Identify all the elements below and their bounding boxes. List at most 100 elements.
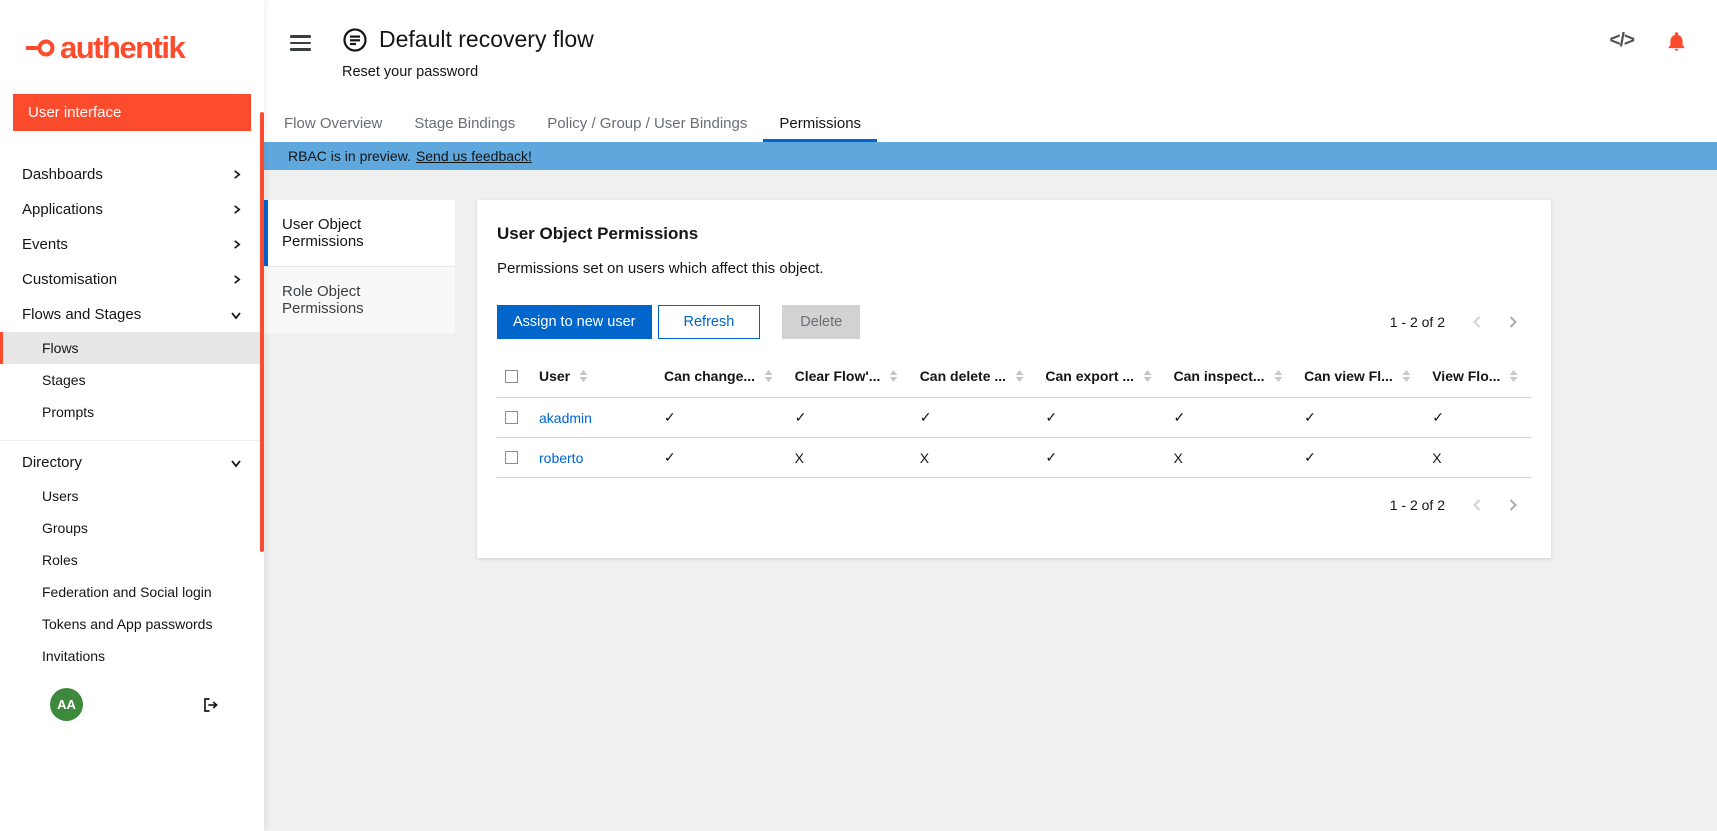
logout-icon xyxy=(201,696,221,714)
feedback-link[interactable]: Send us feedback! xyxy=(416,148,532,164)
sidebar-item-invitations[interactable]: Invitations xyxy=(0,640,264,672)
sort-icon[interactable] xyxy=(889,370,898,382)
column-header-user[interactable]: User xyxy=(531,355,656,398)
sidebar-item-roles[interactable]: Roles xyxy=(0,544,264,576)
sort-icon[interactable] xyxy=(579,370,588,382)
permission-cell: ✓ xyxy=(1037,438,1165,478)
sidebar-item-customisation[interactable]: Customisation xyxy=(0,262,264,297)
pagination-next-button[interactable] xyxy=(1495,311,1531,333)
card-title: User Object Permissions xyxy=(497,224,1531,244)
sidebar-item-user-interface[interactable]: User interface xyxy=(13,94,251,131)
flow-tabs: Flow Overview Stage Bindings Policy / Gr… xyxy=(264,104,1717,142)
sidebar-nav: Dashboards Applications Events Customisa… xyxy=(0,147,264,672)
app-root: authentik User interface Dashboards Appl… xyxy=(0,0,1717,831)
page-title: Default recovery flow xyxy=(379,26,594,53)
sidebar-item-prompts[interactable]: Prompts xyxy=(0,396,264,428)
sort-icon[interactable] xyxy=(1402,370,1411,382)
row-checkbox[interactable] xyxy=(505,451,518,464)
chevron-down-icon xyxy=(230,309,242,321)
chevron-right-icon xyxy=(231,204,242,215)
chevron-right-icon xyxy=(1507,315,1519,329)
sidebar-scrollbar[interactable] xyxy=(260,112,264,552)
sidebar-item-tokens-app-passwords[interactable]: Tokens and App passwords xyxy=(0,608,264,640)
notifications-bell-icon[interactable] xyxy=(1666,30,1687,52)
column-header-clear-flow-cache[interactable]: Clear Flow'... xyxy=(787,355,912,398)
table-row-akadmin: akadmin ✓ ✓ ✓ ✓ ✓ ✓ ✓ xyxy=(497,398,1531,438)
select-all-checkbox[interactable] xyxy=(505,370,518,383)
user-link[interactable]: roberto xyxy=(539,450,583,466)
tab-stage-bindings[interactable]: Stage Bindings xyxy=(398,104,531,142)
chevron-left-icon xyxy=(1471,315,1483,329)
pagination-top: 1 - 2 of 2 xyxy=(1390,311,1531,333)
pagination-bottom: 1 - 2 of 2 xyxy=(497,494,1531,516)
brand-name: authentik xyxy=(60,30,184,66)
sidebar-item-flows[interactable]: Flows xyxy=(0,332,264,364)
column-header-can-delete[interactable]: Can delete ... xyxy=(912,355,1038,398)
column-header-can-export[interactable]: Can export ... xyxy=(1037,355,1165,398)
pagination-label: 1 - 2 of 2 xyxy=(1390,497,1445,513)
sidebar-footer: AA xyxy=(0,672,264,741)
title-block: Default recovery flow Reset your passwor… xyxy=(342,26,594,80)
tab-permissions[interactable]: Permissions xyxy=(763,104,877,142)
row-checkbox[interactable] xyxy=(505,411,518,424)
tab-flow-overview[interactable]: Flow Overview xyxy=(268,104,398,142)
tab-policy-group-user-bindings[interactable]: Policy / Group / User Bindings xyxy=(531,104,763,142)
logout-button[interactable] xyxy=(199,694,223,716)
sidebar-item-events[interactable]: Events xyxy=(0,227,264,262)
pagination-prev-button[interactable] xyxy=(1459,311,1495,333)
sidebar: authentik User interface Dashboards Appl… xyxy=(0,0,264,831)
permission-cell: ✓ xyxy=(1424,398,1531,438)
content-area: User Object Permissions Role Object Perm… xyxy=(264,170,1717,831)
permission-cell: ✓ xyxy=(787,398,912,438)
tab-user-object-permissions[interactable]: User Object Permissions xyxy=(264,200,455,266)
sidebar-toggle-button[interactable] xyxy=(290,35,311,51)
api-drawer-icon[interactable]: </> xyxy=(1610,30,1634,52)
authentik-logo-icon xyxy=(26,39,56,57)
assign-to-new-user-button[interactable]: Assign to new user xyxy=(497,305,652,339)
sort-icon[interactable] xyxy=(1143,370,1152,382)
column-header-can-change[interactable]: Can change... xyxy=(656,355,787,398)
permission-cell: X xyxy=(1166,438,1297,478)
chevron-right-icon xyxy=(231,239,242,250)
pagination-label: 1 - 2 of 2 xyxy=(1390,314,1445,330)
avatar[interactable]: AA xyxy=(50,688,83,721)
sidebar-item-dashboards[interactable]: Dashboards xyxy=(0,157,264,192)
sidebar-item-federation-social-login[interactable]: Federation and Social login xyxy=(0,576,264,608)
sidebar-item-groups[interactable]: Groups xyxy=(0,512,264,544)
column-header-view-flow[interactable]: View Flo... xyxy=(1424,355,1531,398)
user-link[interactable]: akadmin xyxy=(539,410,592,426)
permission-cell: ✓ xyxy=(656,398,787,438)
column-header-can-view[interactable]: Can view Fl... xyxy=(1296,355,1424,398)
authentik-logo[interactable]: authentik xyxy=(0,0,264,86)
sidebar-item-users[interactable]: Users xyxy=(0,480,264,512)
sidebar-item-stages[interactable]: Stages xyxy=(0,364,264,396)
sort-icon[interactable] xyxy=(764,370,773,382)
sort-icon[interactable] xyxy=(1509,370,1518,382)
sidebar-item-label: Applications xyxy=(22,201,103,218)
chevron-right-icon xyxy=(231,169,242,180)
permission-cell: X xyxy=(912,438,1038,478)
permission-cell: X xyxy=(1424,438,1531,478)
permission-cell: ✓ xyxy=(912,398,1038,438)
sidebar-item-label: Directory xyxy=(22,454,82,471)
permission-cell: ✓ xyxy=(1037,398,1165,438)
permissions-card: User Object Permissions Permissions set … xyxy=(477,200,1551,558)
sort-icon[interactable] xyxy=(1015,370,1024,382)
delete-button[interactable]: Delete xyxy=(782,305,860,339)
sort-icon[interactable] xyxy=(1274,370,1283,382)
sidebar-item-flows-and-stages[interactable]: Flows and Stages xyxy=(0,297,264,332)
pagination-next-button[interactable] xyxy=(1495,494,1531,516)
sidebar-item-applications[interactable]: Applications xyxy=(0,192,264,227)
tab-role-object-permissions[interactable]: Role Object Permissions xyxy=(264,266,455,333)
rbac-preview-banner: RBAC is in preview. Send us feedback! xyxy=(264,142,1717,170)
main-area: Default recovery flow Reset your passwor… xyxy=(264,0,1717,831)
table-header-row: User Can change... Clear Flow'... Can de… xyxy=(497,355,1531,398)
pagination-prev-button[interactable] xyxy=(1459,494,1495,516)
chevron-right-icon xyxy=(1507,498,1519,512)
permissions-toolbar: Assign to new user Refresh Delete 1 - 2 … xyxy=(497,305,1531,339)
card-description: Permissions set on users which affect th… xyxy=(497,260,1531,277)
refresh-button[interactable]: Refresh xyxy=(658,305,761,339)
page-header: Default recovery flow Reset your passwor… xyxy=(264,0,1717,104)
column-header-can-inspect[interactable]: Can inspect... xyxy=(1166,355,1297,398)
sidebar-item-directory[interactable]: Directory xyxy=(0,445,264,480)
